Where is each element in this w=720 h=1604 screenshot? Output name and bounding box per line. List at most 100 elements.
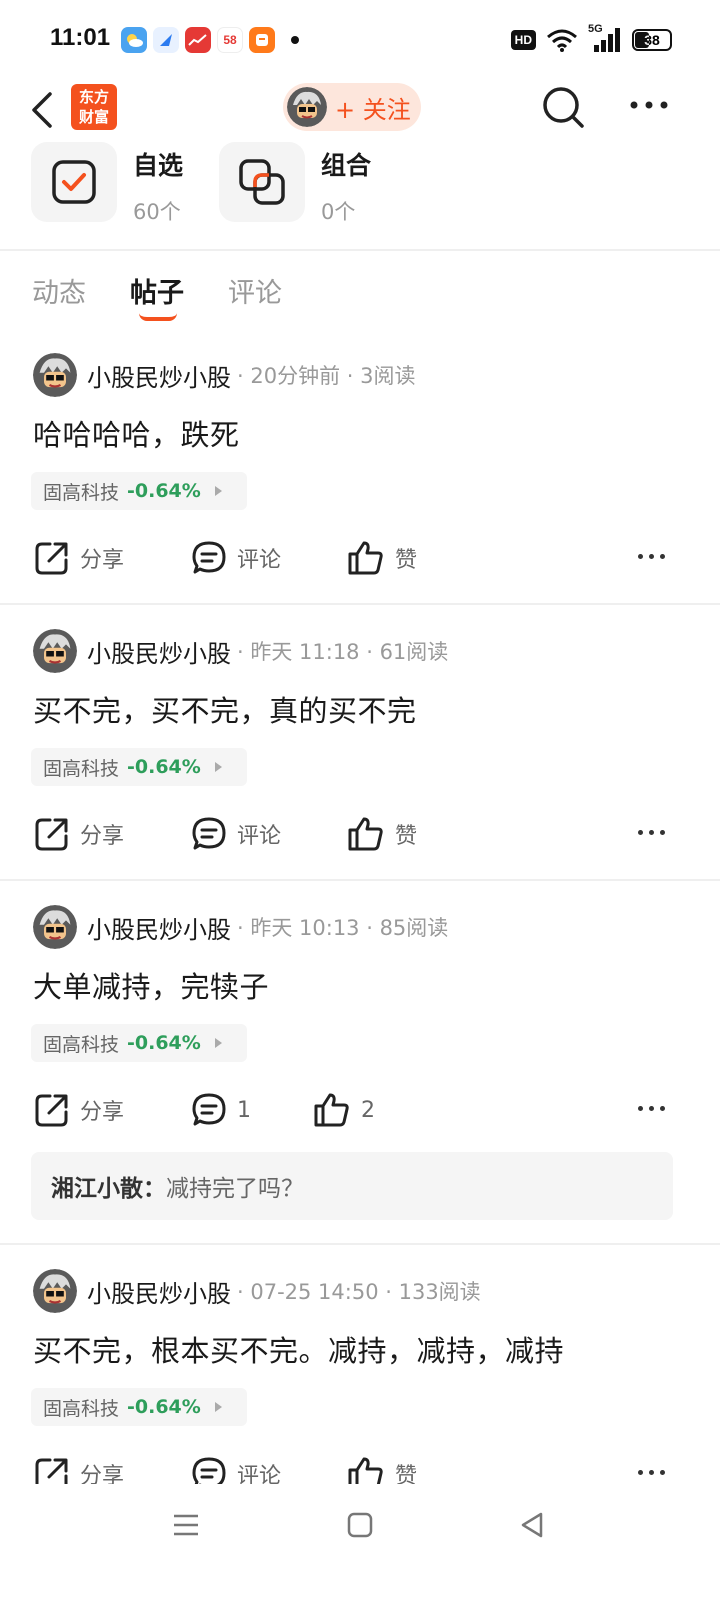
reply-username[interactable]: 湘江小散： — [51, 1169, 166, 1203]
follow-button[interactable]: + 关注 — [283, 83, 421, 131]
like-button[interactable]: 赞 — [347, 814, 417, 854]
comment-button[interactable]: 评论 — [191, 1454, 281, 1484]
top-navbar: 东方 财富 + 关注 — [0, 80, 720, 142]
post-card[interactable]: 小股民炒小股 · 昨天 11:18 · 61阅读 买不完，买不完，真的买不完 固… — [0, 628, 720, 880]
author-avatar[interactable] — [33, 629, 77, 673]
share-icon — [35, 542, 68, 575]
share-label: 分享 — [80, 1464, 125, 1484]
author-name[interactable]: 小股民炒小股 — [87, 910, 231, 945]
like-button[interactable]: 2 — [313, 1090, 375, 1130]
post-more-icon[interactable] — [638, 1470, 665, 1475]
post-actions: 分享 1 2 — [0, 1080, 720, 1140]
author-name[interactable]: 小股民炒小股 — [87, 634, 231, 669]
stock-tag[interactable]: 固高科技 -0.64% — [31, 1024, 247, 1062]
wifi-icon — [547, 29, 577, 52]
post-more-icon[interactable] — [638, 1106, 665, 1111]
post-text[interactable]: 买不完，根本买不完。减持，减持，减持 — [33, 1328, 564, 1370]
share-button[interactable]: 分享 — [34, 1090, 124, 1130]
menu-icon[interactable] — [171, 1510, 201, 1540]
status-indicators: HD 5G 38 — [510, 23, 672, 53]
like-button[interactable]: 赞 — [347, 538, 417, 578]
comment-button[interactable]: 1 — [191, 1090, 251, 1130]
comment-count: 1 — [237, 1097, 251, 1123]
post-meta: · 20分钟前 · 3阅读 — [237, 364, 416, 388]
home-icon[interactable] — [345, 1510, 375, 1540]
tab-posts[interactable]: 帖子 — [130, 271, 184, 310]
follow-label: + 关注 — [335, 95, 411, 124]
reply-preview[interactable]: 湘江小散： 减持完了吗？ — [31, 1152, 673, 1220]
comment-label: 评论 — [237, 1464, 282, 1484]
thumbs-up-icon — [348, 541, 383, 575]
more-dots-icon — [630, 101, 668, 109]
author-avatar[interactable] — [33, 1269, 77, 1313]
author-avatar[interactable] — [33, 905, 77, 949]
post-text[interactable]: 买不完，买不完，真的买不完 — [33, 688, 417, 730]
taobao-app-icon — [249, 27, 275, 53]
post-meta: · 昨天 11:18 · 61阅读 — [237, 640, 449, 664]
post-text[interactable]: 大单减持，完犊子 — [33, 964, 269, 1006]
post-card[interactable]: 小股民炒小股 · 20分钟前 · 3阅读 哈哈哈哈，跌死 固高科技 -0.64%… — [0, 352, 720, 604]
tab-comments[interactable]: 评论 — [228, 271, 282, 310]
search-icon — [543, 87, 584, 128]
comment-button[interactable]: 评论 — [191, 538, 281, 578]
back-triangle-icon[interactable] — [517, 1510, 547, 1540]
post-card[interactable]: 小股民炒小股 · 昨天 10:13 · 85阅读 大单减持，完犊子 固高科技 -… — [0, 904, 720, 1244]
share-icon — [35, 818, 68, 851]
tab-bar: 动态 帖子 评论 — [0, 251, 720, 329]
user-avatar — [287, 87, 327, 127]
tab-activity[interactable]: 动态 — [32, 271, 86, 310]
collections-section: 自选 60个 组合 0个 — [0, 142, 720, 250]
comment-button[interactable]: 评论 — [191, 814, 281, 854]
post-header: 小股民炒小股 · 20分钟前 · 3阅读 — [33, 352, 415, 398]
thumbs-up-icon — [348, 1457, 383, 1484]
stock-name: 固高科技 — [43, 1397, 120, 1420]
author-name[interactable]: 小股民炒小股 — [87, 1274, 231, 1309]
author-name[interactable]: 小股民炒小股 — [87, 358, 231, 393]
stock-tag[interactable]: 固高科技 -0.64% — [31, 748, 247, 786]
share-label: 分享 — [80, 548, 125, 573]
post-actions: 分享 评论 赞 — [0, 804, 720, 864]
post-actions: 分享 评论 赞 — [0, 528, 720, 588]
notification-dot — [291, 36, 299, 44]
stock-name: 固高科技 — [43, 481, 120, 504]
portfolio-card[interactable]: 组合 0个 — [219, 142, 371, 226]
portfolio-icon — [219, 142, 305, 222]
more-button[interactable] — [626, 90, 672, 120]
stock-tag[interactable]: 固高科技 -0.64% — [31, 472, 247, 510]
post-text[interactable]: 哈哈哈哈，跌死 — [33, 412, 240, 454]
watchlist-icon — [31, 142, 117, 222]
post-more-icon[interactable] — [638, 554, 665, 559]
app-logo[interactable]: 东方 财富 — [71, 84, 117, 130]
comment-icon — [192, 817, 226, 850]
post-card[interactable]: 小股民炒小股 · 07-25 14:50 · 133阅读 买不完，根本买不完。减… — [0, 1268, 720, 1484]
stock-tag[interactable]: 固高科技 -0.64% — [31, 1388, 247, 1426]
post-header: 小股民炒小股 · 昨天 11:18 · 61阅读 — [33, 628, 448, 674]
post-header: 小股民炒小股 · 昨天 10:13 · 85阅读 — [33, 904, 448, 950]
back-button[interactable] — [24, 88, 64, 132]
post-divider — [0, 1243, 720, 1245]
portfolio-count: 0个 — [321, 200, 356, 224]
like-button[interactable]: 赞 — [347, 1454, 417, 1484]
signal-icon: 5G — [588, 23, 622, 53]
like-label: 赞 — [395, 548, 418, 573]
status-app-icons: 58 — [121, 27, 299, 53]
like-label: 赞 — [395, 1464, 418, 1484]
watchlist-title: 自选 — [133, 151, 184, 180]
status-time: 11:01 — [50, 24, 111, 51]
browser-app-icon — [153, 27, 179, 53]
share-button[interactable]: 分享 — [34, 814, 124, 854]
like-count: 2 — [361, 1097, 375, 1123]
author-avatar[interactable] — [33, 353, 77, 397]
status-bar: 11:01 58 HD 5G 38 — [0, 0, 720, 80]
watchlist-card[interactable]: 自选 60个 — [31, 142, 183, 226]
58-app-icon: 58 — [217, 27, 243, 53]
share-button[interactable]: 分享 — [34, 538, 124, 578]
post-more-icon[interactable] — [638, 830, 665, 835]
system-nav-bar — [0, 1484, 720, 1604]
search-button[interactable] — [540, 84, 586, 130]
weather-app-icon — [121, 27, 147, 53]
share-button[interactable]: 分享 — [34, 1454, 124, 1484]
post-divider — [0, 879, 720, 881]
comment-icon — [192, 1093, 226, 1126]
stock-change: -0.64% — [127, 1396, 201, 1418]
